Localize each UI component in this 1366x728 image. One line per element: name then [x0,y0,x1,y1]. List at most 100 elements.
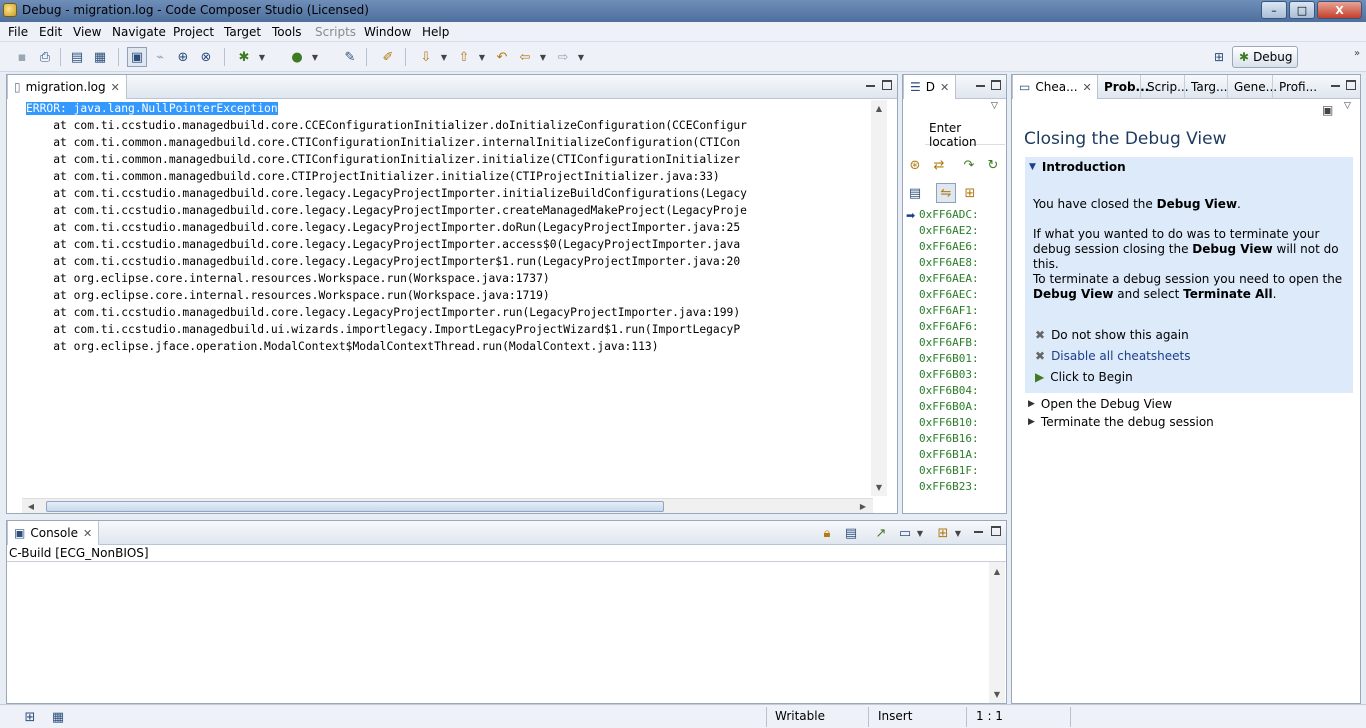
disable-cheatsheets-link[interactable]: ✖ Disable all cheatsheets [1035,349,1190,363]
minimize-view-icon[interactable] [973,79,987,91]
tab-cheatsheets[interactable]: ▭ Chea... ✕ [1012,75,1098,99]
minimize-button[interactable]: – [1261,1,1287,19]
display-console-icon[interactable]: ▭ [895,523,915,543]
menu-window[interactable]: Window [364,25,411,39]
prev-annotation-icon[interactable]: ⇧ [454,47,474,67]
prev-annotation-dropdown-icon[interactable]: ▼ [477,47,487,67]
debug-bug-icon[interactable]: ✱ [234,47,254,67]
minimize-view-icon[interactable] [863,79,877,91]
step-return-icon[interactable]: ↻ [983,155,1003,175]
maximize-view-icon[interactable] [880,79,894,91]
scroll-down-icon[interactable]: ▼ [871,481,887,493]
forward-icon[interactable]: ⇨ [553,47,573,67]
target-icon[interactable]: ▣ [127,47,147,67]
open-console-dropdown-icon[interactable]: ▼ [953,523,963,543]
maximize-view-icon[interactable] [1344,79,1358,91]
fast-view-icon[interactable]: ⊞ [20,707,40,727]
back-dropdown-icon[interactable]: ▼ [538,47,548,67]
reload-icon[interactable]: ⊗ [196,47,216,67]
next-annotation-icon[interactable]: ⇩ [416,47,436,67]
console-output[interactable]: ▲ ▼ [7,561,1006,703]
menu-target[interactable]: Target [224,25,261,39]
scroll-thumb[interactable] [46,501,664,512]
editor-horizontal-scrollbar[interactable]: ◀ ▶ [22,498,873,513]
print-icon[interactable]: ⎙ [35,47,55,67]
link-icon[interactable]: ⇄ [929,155,949,175]
log-line: at com.ti.ccstudio.managedbuild.core.leg… [26,187,747,200]
last-edit-icon[interactable]: ↶ [492,47,512,67]
view-menu-icon[interactable]: ▽ [991,101,998,111]
close-button[interactable]: X [1317,1,1362,19]
menu-tools[interactable]: Tools [272,25,302,39]
new-view-icon[interactable]: ⊞ [960,183,980,203]
collapse-all-icon[interactable]: ▣ [1322,103,1333,117]
debug-dropdown-icon[interactable]: ▼ [257,47,267,67]
close-tab-icon[interactable]: ✕ [111,81,120,94]
click-to-begin-action[interactable]: ▶ Click to Begin [1035,370,1133,384]
menu-help[interactable]: Help [422,25,449,39]
scroll-lock-icon[interactable]: 🔒︎ [817,523,837,543]
open-console-icon[interactable]: ⊞ [933,523,953,543]
menu-scripts[interactable]: Scripts [315,25,356,39]
log-text-area[interactable]: ERROR: java.lang.NullPointerException at… [22,100,874,496]
edit-icon[interactable]: ✎ [340,47,360,67]
display-console-dropdown-icon[interactable]: ▼ [915,523,925,543]
sync-icon[interactable]: ⇋ [936,183,956,203]
scroll-right-icon[interactable]: ▶ [856,500,870,512]
step-open-debug-view[interactable]: ▶ Open the Debug View [1028,397,1172,411]
menu-view[interactable]: View [73,25,101,39]
show-view-icon[interactable]: ▦ [48,707,68,727]
maximize-view-icon[interactable] [989,79,1003,91]
tab-migration-log[interactable]: ▯ migration.log ✕ [7,75,127,99]
step-terminate-session[interactable]: ▶ Terminate the debug session [1028,415,1214,429]
clear-console-icon[interactable]: ▤ [841,523,861,543]
minimize-view-icon[interactable] [1328,79,1342,91]
rebuild-icon[interactable]: ▦ [90,47,110,67]
close-tab-icon[interactable]: ✕ [83,527,92,540]
menu-project[interactable]: Project [173,25,214,39]
back-icon[interactable]: ⇦ [515,47,535,67]
scroll-up-icon[interactable]: ▲ [989,565,1005,577]
console-vertical-scrollbar[interactable]: ▲ ▼ [989,562,1005,703]
step-over-icon[interactable]: ↷ [959,155,979,175]
forward-dropdown-icon[interactable]: ▼ [576,47,586,67]
location-input[interactable]: Enter location [925,121,1005,149]
tab-disassembly[interactable]: ☰ D ✕ [903,75,957,99]
show-source-icon[interactable]: ▤ [905,183,925,203]
scroll-up-icon[interactable]: ▲ [871,102,887,114]
go-to-pc-icon[interactable]: ⊛ [905,155,925,175]
do-not-show-again-action[interactable]: ✖ Do not show this again [1035,328,1189,342]
console-build-label: C-Build [ECG_NonBIOS] [9,546,149,560]
pin-console-icon[interactable]: ↗ [871,523,891,543]
introduction-header[interactable]: ▼ Introduction [1025,157,1353,177]
load-icon[interactable]: ⊕ [173,47,193,67]
maximize-button[interactable]: □ [1289,1,1315,19]
minimize-view-icon[interactable] [971,525,985,537]
pin-icon[interactable]: ✐ [378,47,398,67]
debug-perspective-button[interactable]: ✱ Debug [1232,46,1298,68]
close-tab-icon[interactable]: ✕ [1083,81,1092,94]
next-annotation-dropdown-icon[interactable]: ▼ [439,47,449,67]
collapsed-triangle-icon: ▶ [1028,399,1035,409]
address-line: 0xFF6AE8: [919,256,979,269]
build-icon[interactable]: ▤ [67,47,87,67]
menu-edit[interactable]: Edit [39,25,62,39]
menu-navigate[interactable]: Navigate [112,25,166,39]
open-perspective-icon[interactable]: ⊞ [1210,48,1228,66]
editor-vertical-scrollbar[interactable]: ▲ ▼ [871,100,887,496]
run-icon[interactable]: ● [287,47,307,67]
view-menu-icon[interactable]: ▽ [1344,101,1351,111]
run-dropdown-icon[interactable]: ▼ [310,47,320,67]
scroll-down-icon[interactable]: ▼ [989,688,1005,700]
tab-console[interactable]: ▣ Console ✕ [7,521,100,545]
toolbar-overflow-icon[interactable]: » [1354,48,1360,59]
tab-profiler[interactable]: Profi... [1272,75,1323,99]
save-icon[interactable]: ▪ [12,47,32,67]
address-line: 0xFF6B0A: [919,400,979,413]
maximize-view-icon[interactable] [989,525,1003,537]
scroll-left-icon[interactable]: ◀ [24,500,38,512]
connect-icon[interactable]: ⌁ [150,47,170,67]
close-tab-icon[interactable]: ✕ [940,81,949,94]
menu-file[interactable]: File [8,25,28,39]
disassembly-panel: ☰ D ✕ ▽ Enter location ⊛ ⇄ ↷ ↻ ▤ ⇋ ⊞ ➡ 0… [902,74,1007,514]
